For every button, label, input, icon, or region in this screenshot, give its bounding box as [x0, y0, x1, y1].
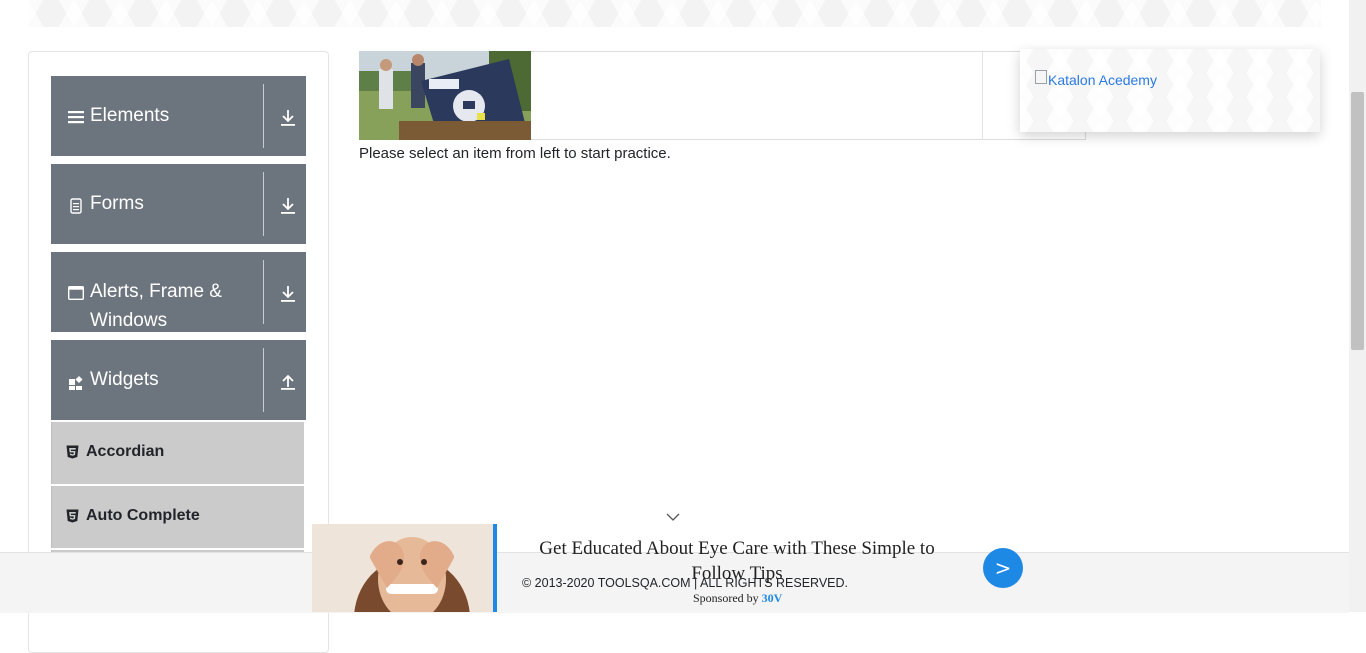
window-icon	[67, 285, 85, 301]
sticky-ad-sponsor: Sponsored by 30V	[693, 591, 782, 606]
upload-arrow-icon[interactable]	[279, 372, 297, 392]
download-arrow-icon[interactable]	[279, 284, 297, 304]
header-divider	[263, 172, 264, 236]
broken-image-icon	[1035, 70, 1047, 84]
katalon-link-text: Katalon Acedemy	[1048, 72, 1157, 88]
ad-divider	[982, 52, 983, 140]
menu-item-auto-complete[interactable]: Auto Complete	[51, 486, 304, 548]
html5-icon	[66, 509, 79, 523]
menu-item-label: Auto Complete	[86, 507, 200, 524]
katalon-card: Katalon Acedemy	[1020, 49, 1320, 132]
group-title-elements: Elements	[90, 105, 170, 126]
header-divider	[263, 260, 264, 324]
group-title-windows: Windows	[90, 310, 168, 331]
group-title-alerts: Alerts, Frame &	[90, 281, 222, 302]
sticky-ad-accent-bar	[493, 524, 497, 612]
sponsor-prefix: Sponsored by	[693, 591, 762, 605]
sticky-ad-go-button[interactable]: >	[983, 548, 1023, 588]
scrollbar-thumb[interactable]	[1351, 92, 1364, 350]
sponsor-brand[interactable]: 30V	[762, 591, 783, 605]
katalon-academy-link[interactable]: Katalon Acedemy	[1035, 70, 1157, 88]
sticky-ad-image[interactable]	[312, 524, 493, 612]
document-icon	[68, 198, 84, 214]
menu-item-label: Accordian	[86, 443, 165, 460]
group-header-alerts-frame-windows[interactable]: Alerts, Frame & Windows	[51, 252, 306, 332]
group-header-forms[interactable]: Forms	[51, 164, 306, 244]
ad-photo[interactable]	[359, 51, 531, 140]
header-divider	[263, 84, 264, 148]
header-divider	[263, 348, 264, 412]
group-title-widgets: Widgets	[90, 369, 159, 390]
hamburger-icon	[68, 109, 84, 125]
menu-item-accordian[interactable]: Accordian	[51, 422, 304, 484]
html5-icon	[66, 445, 79, 459]
sticky-ad-title[interactable]: Get Educated About Eye Care with These S…	[516, 536, 958, 586]
group-title-forms: Forms	[90, 193, 144, 214]
group-header-elements[interactable]: Elements	[51, 76, 306, 156]
grid-icon	[68, 374, 84, 390]
chevron-down-icon[interactable]	[665, 510, 681, 522]
download-arrow-icon[interactable]	[279, 196, 297, 216]
top-banner	[28, 0, 1321, 27]
download-arrow-icon[interactable]	[279, 108, 297, 128]
instruction-text: Please select an item from left to start…	[359, 145, 671, 162]
group-header-widgets[interactable]: Widgets	[51, 340, 306, 420]
